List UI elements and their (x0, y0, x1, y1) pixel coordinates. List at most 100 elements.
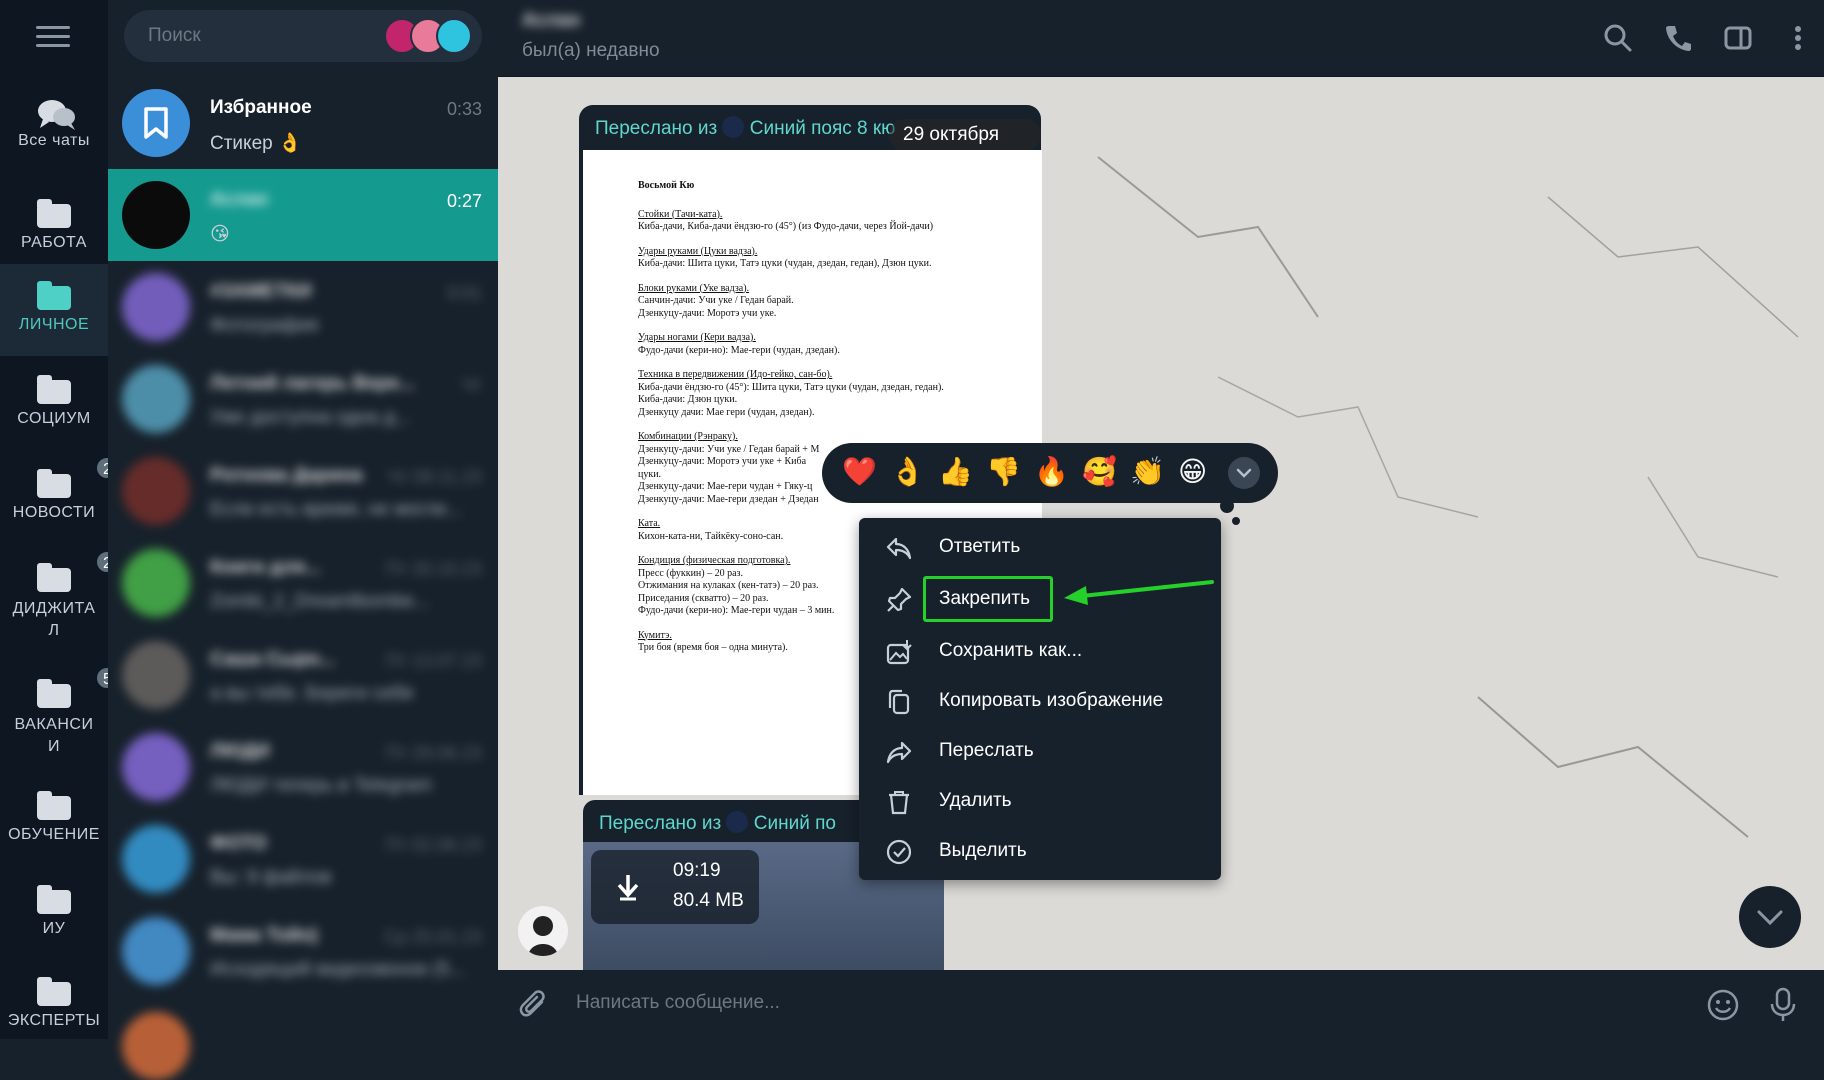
chat-name: Саша Сырн... (210, 649, 336, 670)
folder-news[interactable]: 27 НОВОСТИ (0, 456, 130, 542)
doc-line: Ката. (638, 518, 661, 529)
hamburger-menu-icon[interactable] (36, 26, 70, 48)
phone-icon[interactable] (1662, 22, 1694, 54)
folder-label: ДИДЖИТА Л (12, 600, 96, 639)
microphone-icon[interactable] (1768, 986, 1798, 1029)
search-input[interactable]: Поиск (124, 10, 482, 62)
folder-iu[interactable]: ИУ (0, 885, 108, 958)
folder-social[interactable]: СОЦИУМ (0, 375, 108, 448)
chat-item-favorites[interactable]: Избранное 0:33 Стикер 👌 (108, 77, 498, 169)
folder-vacancies[interactable]: 52 ВАКАНСИ И (0, 666, 130, 766)
more-vertical-icon[interactable] (1782, 22, 1814, 54)
doc-line: Санчин-дачи: Учи уке / Гедан барай. (638, 295, 794, 306)
chat-time: Чт (461, 375, 482, 395)
save-image-icon (886, 640, 912, 665)
avatar (122, 549, 190, 617)
doc-line: Дзенкуцу дачи: Мае гери (чудан, дзедан). (638, 406, 815, 418)
chat-item[interactable]: #ЗАМЕТКИ 0:01 Фотография (108, 261, 498, 353)
folder-all-chats[interactable]: Все чаты (0, 98, 108, 170)
reaction-thumbs-down[interactable]: 👎 (986, 455, 1021, 489)
download-icon[interactable] (613, 872, 643, 902)
reaction-thumbs-up[interactable]: 👍 (938, 455, 973, 489)
avatar (122, 733, 190, 801)
folder-label: ИУ (42, 920, 66, 937)
chat-time: 0:01 (446, 283, 482, 303)
check-circle-icon (886, 839, 912, 865)
folder-icon (37, 885, 71, 914)
chat-time: Пт 29.06.23 (385, 743, 482, 763)
chat-preview: ЛЮДИ теперь в Telegram (210, 775, 432, 796)
reaction-ok[interactable]: 👌 (890, 455, 925, 489)
doc-line: Фудо-дачи (кери-но): Мае-гери чудан – 3 … (638, 605, 835, 616)
chat-item[interactable]: ФОТО Пт 02.06.23 Вы: 9 файлов (108, 813, 498, 905)
chat-item[interactable]: Ротнова Дарина Чт 09.11.23 Если есть вре… (108, 445, 498, 537)
doc-line: Дзенкуцу-дачи: Мае-гери дзедан + Дзедан (638, 493, 819, 505)
chat-name: ФОТО (210, 833, 267, 854)
doc-line: Удары руками (Цуки вадза). (638, 245, 758, 257)
reaction-fire[interactable]: 🔥 (1034, 455, 1069, 489)
attach-icon[interactable] (518, 988, 550, 1027)
menu-item-save-as[interactable]: Сохранить как... (859, 626, 1221, 676)
reaction-heart[interactable]: ❤️ (842, 455, 877, 489)
chat-preview: Стикер 👌 (210, 133, 302, 154)
reaction-grin[interactable]: 😁 (1178, 455, 1207, 489)
copy-icon (888, 689, 910, 715)
chat-time: Ср 25.01.23 (383, 927, 482, 947)
chat-preview: Исходящий видеозвонок (5... (210, 959, 466, 980)
folder-rail: Все чаты РАБОТА ЛИЧНОЕ СОЦИУМ 27 НОВОСТИ… (0, 0, 130, 1039)
chat-item[interactable]: Мама Тойо) Ср 25.01.23 Исходящий видеозв… (108, 905, 498, 997)
chat-name: #ЗАМЕТКИ (210, 281, 312, 302)
chat-item-selected[interactable]: Аслан 0:27 😘 (108, 169, 498, 261)
menu-item-select[interactable]: Выделить (859, 826, 1221, 876)
forward-header[interactable]: Переслано из Синий по (599, 811, 836, 835)
chat-name: Летний лагерь Вере... (210, 373, 416, 394)
menu-item-reply[interactable]: Ответить (859, 522, 1221, 572)
scroll-to-bottom-button[interactable] (1739, 886, 1801, 948)
chat-name: ЛЮДИ (210, 741, 270, 762)
folder-icon (37, 281, 71, 310)
chat-time: 0:27 (446, 191, 482, 211)
folder-work[interactable]: РАБОТА (0, 192, 108, 264)
pin-icon (887, 587, 912, 612)
chat-time: 0:33 (446, 99, 482, 119)
menu-item-delete[interactable]: Удалить (859, 776, 1221, 826)
chat-preview: Если есть время, не могли... (210, 499, 463, 520)
chat-name: Книги для... (210, 557, 321, 578)
folder-personal[interactable]: ЛИЧНОЕ (0, 264, 108, 356)
chat-name: Ротнова Дарина (210, 465, 363, 486)
forward-header[interactable]: Переслано из Синий пояс 8 кю (595, 116, 895, 140)
reaction-clap[interactable]: 👏 (1130, 455, 1165, 489)
chat-item[interactable] (108, 1000, 498, 1080)
folder-digital[interactable]: 29 ДИДЖИТА Л (0, 550, 130, 650)
search-icon[interactable] (1602, 22, 1634, 54)
chat-item[interactable]: Книги для... Пт 20.10.23 Zombi_2_Dreamlb… (108, 537, 498, 629)
reaction-bar[interactable]: ❤️ 👌 👍 👎 🔥 🥰 👏 😁 (822, 443, 1278, 525)
annotation-arrow-icon (1064, 580, 1214, 605)
folder-experts[interactable]: ЭКСПЕРТЫ (0, 977, 108, 1039)
forward-icon (886, 741, 912, 764)
doc-line: Киба-дачи, Киба-дачи ёндзю-го (45°) (из … (638, 221, 934, 232)
menu-item-copy-image[interactable]: Копировать изображение (859, 676, 1221, 726)
chat-item[interactable]: ЛЮДИ Пт 29.06.23 ЛЮДИ теперь в Telegram (108, 721, 498, 813)
story-avatar[interactable] (436, 18, 472, 54)
chat-time: Чт 09.11.23 (388, 467, 482, 487)
doc-line: Отжимания на кулаках (кен-татэ) – 20 раз… (638, 580, 819, 591)
menu-item-forward[interactable]: Переслать (859, 726, 1221, 776)
chat-header[interactable]: Аслан был(а) недавно (498, 0, 1824, 77)
chat-item[interactable]: Саша Сырн... Пт 13.07.23 а вы тебе. Бере… (108, 629, 498, 721)
chat-item[interactable]: Летний лагерь Вере... Чт Уже доступна од… (108, 353, 498, 445)
contact-name[interactable]: Аслан (522, 10, 580, 32)
stories-avatars[interactable] (384, 18, 472, 54)
video-info[interactable]: 09:19 80.4 MB (591, 850, 759, 924)
emoji-icon[interactable] (1706, 988, 1740, 1027)
message-input[interactable]: Написать сообщение... (576, 992, 780, 1014)
sender-avatar[interactable] (518, 906, 568, 956)
expand-reactions-button[interactable] (1228, 457, 1260, 489)
search-placeholder: Поиск (148, 25, 201, 46)
sidebar-toggle-icon[interactable] (1722, 22, 1754, 54)
avatar (122, 273, 190, 341)
reaction-love[interactable]: 🥰 (1082, 455, 1117, 489)
video-duration: 09:19 (673, 860, 721, 881)
folder-education[interactable]: ОБУЧЕНИЕ (0, 791, 108, 864)
chat-preview: Фотография (210, 315, 319, 336)
